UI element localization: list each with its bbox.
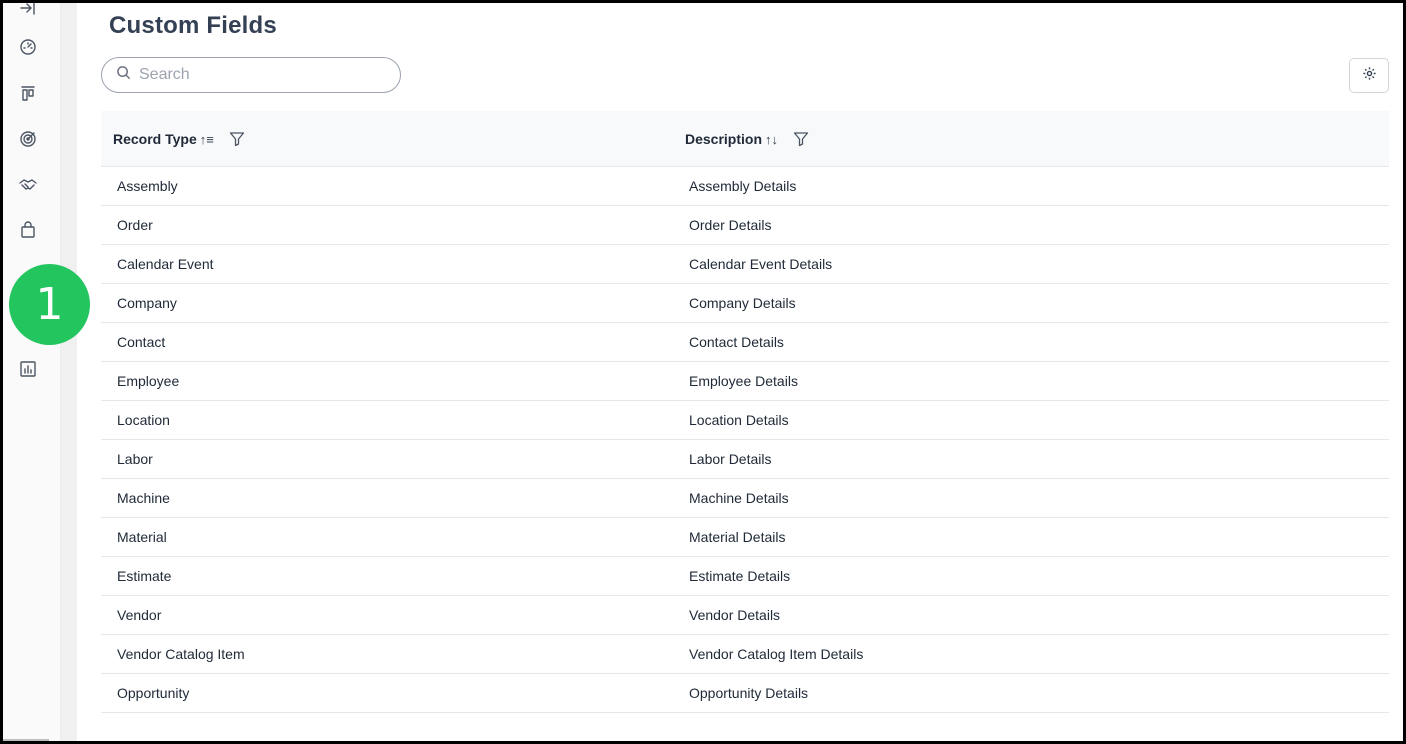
description-cell: Labor Details: [689, 451, 772, 467]
sidebar-divider: [3, 739, 49, 741]
search-input[interactable]: [139, 66, 379, 84]
description-cell: Employee Details: [689, 373, 798, 389]
table-row[interactable]: Calendar Event Calendar Event Details: [101, 245, 1389, 284]
sidebar: [3, 3, 61, 741]
table-row[interactable]: Company Company Details: [101, 284, 1389, 323]
description-cell: Calendar Event Details: [689, 256, 833, 272]
record-type-cell: Labor: [117, 451, 153, 467]
description-cell: Vendor Catalog Item Details: [689, 646, 864, 662]
record-type-cell: Order: [117, 217, 153, 233]
sidebar-gutter: [61, 3, 77, 741]
table-row[interactable]: Vendor Catalog Item Vendor Catalog Item D…: [101, 635, 1389, 674]
record-type-cell: Location: [117, 412, 170, 428]
table-row[interactable]: Order Order Details: [101, 206, 1389, 245]
filter-icon[interactable]: [228, 130, 246, 148]
table-header: Record Type ↑≡ Description ↑↓: [101, 111, 1389, 167]
search-box[interactable]: [101, 57, 401, 93]
table-row[interactable]: Estimate Estimate Details: [101, 557, 1389, 596]
description-cell: Estimate Details: [689, 568, 791, 584]
record-type-cell: Vendor: [117, 607, 162, 623]
column-label: Description: [685, 131, 763, 147]
record-type-cell: Contact: [117, 334, 166, 350]
column-header-record-type: Record Type ↑≡: [113, 111, 246, 167]
dashboard-gauge-icon[interactable]: [19, 38, 37, 56]
record-type-cell: Opportunity: [117, 685, 190, 701]
table-row[interactable]: Opportunity Opportunity Details: [101, 674, 1389, 713]
description-cell: Machine Details: [689, 490, 789, 506]
column-header-description: Description ↑↓: [685, 111, 810, 167]
description-cell: Vendor Details: [689, 607, 781, 623]
step-number-badge: 1: [9, 264, 90, 345]
sort-ascending-icon[interactable]: ↑≡: [200, 132, 214, 147]
table-row[interactable]: Labor Labor Details: [101, 440, 1389, 479]
table-body: Assembly Assembly Details Order Order Detai…: [101, 167, 1389, 713]
record-type-cell: Company: [117, 295, 177, 311]
shopping-bag-icon[interactable]: [19, 221, 37, 239]
record-type-cell: Assembly: [117, 178, 178, 194]
description-cell: Contact Details: [689, 334, 784, 350]
record-type-cell: Material: [117, 529, 167, 545]
description-cell: Company Details: [689, 295, 796, 311]
record-type-cell: Vendor Catalog Item: [117, 646, 245, 662]
table-settings-button[interactable]: [1349, 58, 1389, 93]
description-cell: Opportunity Details: [689, 685, 809, 701]
report-chart-icon[interactable]: [19, 360, 37, 378]
table-row[interactable]: Location Location Details: [101, 401, 1389, 440]
description-cell: Location Details: [689, 412, 789, 428]
table-row[interactable]: Machine Machine Details: [101, 479, 1389, 518]
description-cell: Material Details: [689, 529, 786, 545]
board-columns-icon[interactable]: [19, 85, 37, 103]
gear-icon: [1362, 66, 1377, 86]
description-cell: Order Details: [689, 217, 772, 233]
record-type-cell: Machine: [117, 490, 170, 506]
target-icon[interactable]: [19, 130, 37, 148]
record-type-cell: Estimate: [117, 568, 172, 584]
description-cell: Assembly Details: [689, 178, 797, 194]
table-row[interactable]: Vendor Vendor Details: [101, 596, 1389, 635]
filter-icon[interactable]: [792, 130, 810, 148]
page-title: Custom Fields: [109, 12, 277, 39]
table-row[interactable]: Assembly Assembly Details: [101, 167, 1389, 206]
table-row[interactable]: Employee Employee Details: [101, 362, 1389, 401]
table-row[interactable]: Material Material Details: [101, 518, 1389, 557]
search-icon: [116, 65, 131, 85]
custom-fields-table: Record Type ↑≡ Description ↑↓ Assembly As…: [101, 111, 1389, 713]
main-content: Custom Fields Record Type ↑≡: [101, 3, 1389, 741]
collapse-arrow-icon[interactable]: [19, 3, 37, 17]
sort-icon[interactable]: ↑↓: [765, 132, 778, 147]
record-type-cell: Employee: [117, 373, 180, 389]
column-label: Record Type: [113, 131, 197, 147]
handshake-icon[interactable]: [19, 176, 37, 194]
table-row[interactable]: Contact Contact Details: [101, 323, 1389, 362]
app-window: 1 Custom Fields Record Type ↑≡: [3, 3, 1403, 741]
record-type-cell: Calendar Event: [117, 256, 214, 272]
